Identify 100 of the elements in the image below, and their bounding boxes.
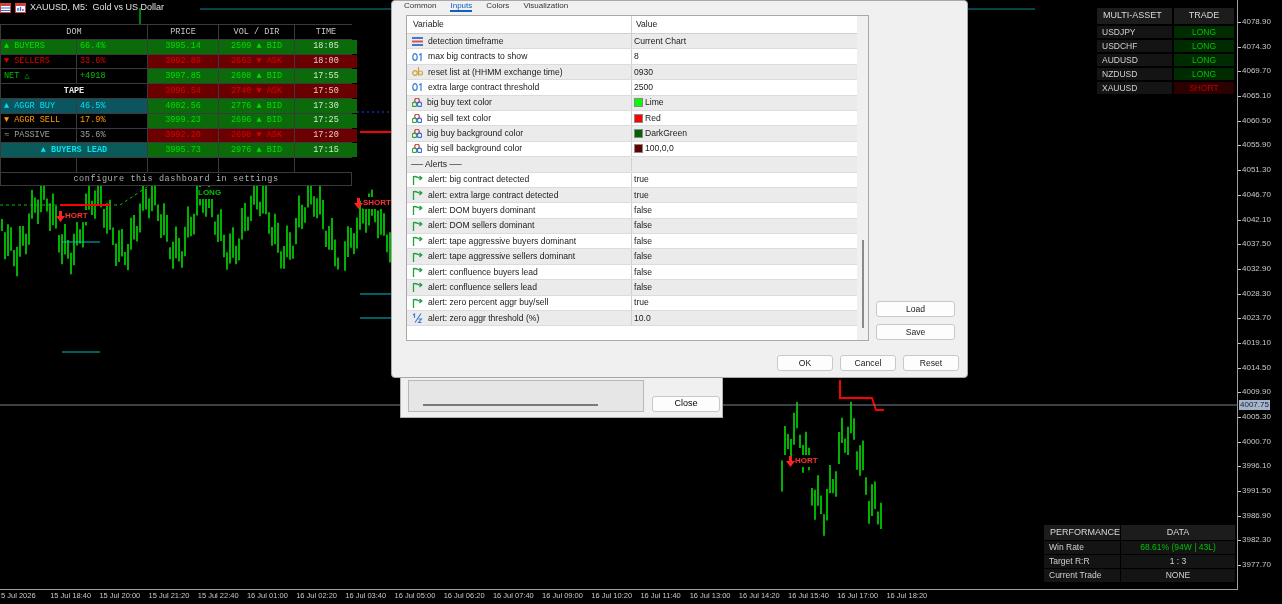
flag-arrow-icon <box>412 282 423 293</box>
cancel-button[interactable]: Cancel <box>840 355 896 371</box>
tick-mark <box>1238 219 1241 221</box>
palette-icon <box>412 113 422 123</box>
symbol-cell: USDCHF <box>1097 40 1172 52</box>
price-cell: 3995.73 <box>148 143 218 158</box>
parameter-row[interactable]: alert: tape aggressive buyers dominant false <box>407 234 857 250</box>
tick-mark <box>1238 293 1241 295</box>
list-icon <box>412 36 423 46</box>
parameter-value: false <box>634 265 653 279</box>
flag-arrow-icon <box>412 267 423 278</box>
signal-label: HORT <box>795 455 818 467</box>
palette-icon <box>412 129 422 139</box>
parameter-value: false <box>634 281 653 294</box>
section-heading: TAPE <box>1 84 147 98</box>
metric-value: 33.6% <box>77 54 147 69</box>
metric-value: 46.5% <box>77 99 147 113</box>
dialog-tab[interactable]: Visualization <box>523 1 569 12</box>
parameter-name: extra large contract threshold <box>428 80 540 94</box>
parameter-row[interactable]: detection timeframe Current Chart <box>407 34 857 50</box>
ok-button[interactable]: OK <box>777 355 833 371</box>
parameter-row[interactable]: extra large contract threshold 2500 <box>407 80 857 96</box>
parameter-row[interactable]: alert: tape aggressive sellers dominant false <box>407 249 857 265</box>
parameter-value: 0930 <box>634 65 654 79</box>
price-label: 3996.10 <box>1241 461 1271 472</box>
price-label: 3982.30 <box>1241 535 1271 546</box>
parameter-name: alert: zero percent aggr buy/sell <box>428 296 549 310</box>
parameter-row[interactable]: alert: zero aggr threshold (%) 10.0 <box>407 311 857 327</box>
column-header: Value <box>635 18 658 31</box>
flag-arrow-icon <box>412 251 423 262</box>
price-label: 4037.50 <box>1241 239 1271 250</box>
parameter-value: true <box>634 188 649 202</box>
scrollbar[interactable] <box>423 404 598 406</box>
parameter-value: Lime <box>645 96 664 110</box>
price-label: 4051.30 <box>1241 165 1271 176</box>
tick-mark <box>1238 515 1241 517</box>
metric-value: +4918 <box>77 69 147 84</box>
flag-arrow-icon <box>412 236 423 247</box>
tick-mark <box>1238 71 1241 73</box>
price-cell: 3996.54 <box>148 84 218 98</box>
down-arrow-icon <box>786 455 795 467</box>
tick-mark <box>1238 96 1241 98</box>
metric-label: ≈ PASSIVE <box>1 128 76 143</box>
parameter-value: 8 <box>634 50 639 64</box>
fraction-icon <box>412 313 423 324</box>
load-button[interactable]: Load <box>876 301 955 317</box>
dialog-tab[interactable]: Common <box>404 1 437 12</box>
flag-arrow-icon <box>412 205 423 216</box>
parameter-name: max big contracts to show <box>428 50 528 64</box>
dialog-tab[interactable]: Inputs <box>450 1 473 12</box>
price-cell: 3999.23 <box>148 113 218 128</box>
time-cell: 17:25 <box>295 113 357 128</box>
parameter-value: true <box>634 173 649 187</box>
price-label: 4078.90 <box>1241 17 1271 27</box>
parameter-row[interactable]: max big contracts to show 8 <box>407 49 857 65</box>
metric-label: ▲ AGGR BUY <box>1 99 76 113</box>
metric-value: 35.6% <box>77 128 147 143</box>
parameter-value: Red <box>645 111 661 125</box>
flag-arrow-icon <box>412 190 423 201</box>
reset-button[interactable]: Reset <box>903 355 959 371</box>
parameter-value: false <box>634 219 653 233</box>
metric-label: NET △ <box>1 69 76 84</box>
price-cell: 3997.85 <box>148 69 218 84</box>
price-cell: 4002.56 <box>148 99 218 113</box>
tick-mark <box>1238 367 1241 369</box>
trade-signal-cell: LONG <box>1174 68 1234 80</box>
column-header: TRADE <box>1174 8 1234 24</box>
price-label: 4000.70 <box>1241 436 1271 447</box>
metric-label: Target R:R <box>1044 555 1120 568</box>
parameter-row[interactable]: alert: DOM buyers dominant false <box>407 203 857 219</box>
parameter-value: false <box>634 204 653 217</box>
close-button[interactable]: Close <box>652 396 720 412</box>
parameter-name: big buy text color <box>427 96 492 110</box>
parameter-name: alert: DOM buyers dominant <box>428 204 536 217</box>
time-cell: 17:20 <box>295 128 357 143</box>
current-price-label: 4007.75 <box>1239 400 1270 410</box>
parameter-row[interactable]: alert: confluence sellers lead false <box>407 280 857 296</box>
column-header: PRICE <box>148 25 218 39</box>
parameter-row[interactable]: big buy background color DarkGreen <box>407 126 857 142</box>
palette-icon <box>412 144 422 154</box>
tick-mark <box>1238 170 1241 172</box>
metric-value: 68.61% (94W | 43L) <box>1121 541 1235 554</box>
tick-mark <box>1238 466 1241 468</box>
time-cell: 18:05 <box>295 39 357 54</box>
window-title: XAUUSD, M5: Gold vs US Dollar <box>30 1 165 14</box>
dialog-tab[interactable]: Colors <box>486 1 510 12</box>
integer-icon <box>412 52 423 61</box>
metric-value: 1 : 3 <box>1121 555 1235 568</box>
parameter-name: detection timeframe <box>428 34 504 48</box>
parameter-name: big buy background color <box>427 127 524 140</box>
summary-cell: ▲ BUYERS LEAD <box>1 143 147 158</box>
time-cell: 17:50 <box>295 84 357 98</box>
scrollbar-thumb[interactable] <box>861 240 864 328</box>
tick-mark <box>1238 120 1241 122</box>
price-label: 4005.30 <box>1241 412 1271 422</box>
save-button[interactable]: Save <box>876 324 955 340</box>
tick-mark <box>1238 417 1241 418</box>
signal-label: LONG <box>198 187 222 199</box>
integer-icon <box>412 83 423 92</box>
volume-direction-cell: 2608 ▲ BID <box>219 69 294 84</box>
